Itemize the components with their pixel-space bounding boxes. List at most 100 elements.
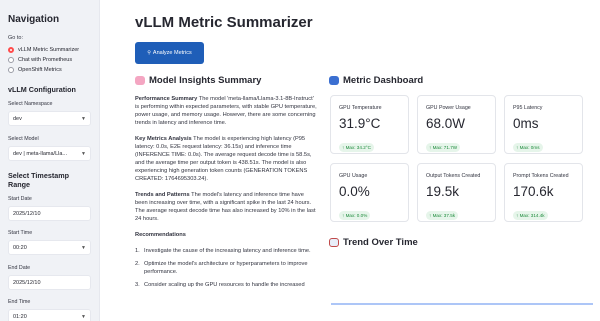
trend-title: Trend Over Time	[343, 237, 418, 248]
metric-card-gpu-usage: GPU Usage 0.0% ↑ Max: 0.0%	[330, 163, 409, 222]
recommendations-heading: Recommendations	[135, 232, 186, 238]
list-text: Consider scaling up the GPU resources to…	[144, 282, 305, 288]
radio-icon[interactable]	[8, 57, 14, 63]
metric-card-gpu-temperature: GPU Temperature 31.9°C ↑ Max: 34.2°C	[330, 95, 409, 154]
search-icon: ⚲	[147, 50, 151, 56]
nav-option-chat[interactable]: Chat with Prometheus	[8, 55, 91, 65]
sidebar: Navigation Go to: vLLM Metric Summarizer…	[0, 0, 100, 321]
metric-value: 0.0%	[339, 184, 370, 199]
chevron-down-icon: ▼	[81, 115, 86, 122]
up-arrow-icon: ↑	[429, 145, 432, 150]
metric-delta-badge: ↑ Max: 34.2°C	[339, 143, 374, 152]
insights-body: Performance Summary The model 'meta-llam…	[135, 95, 318, 294]
analyze-metrics-button[interactable]: ⚲ Analyze Metrics	[135, 42, 204, 64]
metric-delta-text: Max: 314.4k	[519, 213, 545, 218]
metric-delta-badge: ↑ Max: 314.4k	[513, 211, 548, 220]
start-date-label: Start Date	[8, 196, 32, 202]
start-date-value: 2025/12/10	[13, 210, 41, 217]
up-arrow-icon: ↑	[342, 213, 345, 218]
up-arrow-icon: ↑	[342, 145, 345, 150]
metric-delta-badge: ↑ Max: 71.7W	[426, 143, 461, 152]
metric-card-output-tokens: Output Tokens Created 19.5k ↑ Max: 37.5k	[417, 163, 496, 222]
metric-value: 0ms	[513, 116, 539, 131]
chevron-down-icon: ▼	[81, 244, 86, 251]
goto-caption: Go to:	[8, 35, 23, 41]
chevron-down-icon: ▼	[81, 150, 86, 157]
end-time-value: 01:20	[13, 313, 27, 320]
metric-delta-badge: ↑ Max: 37.5k	[426, 211, 459, 220]
nav-option-label: OpenShift Metrics	[18, 67, 62, 73]
radio-icon[interactable]	[8, 67, 14, 73]
insights-title: Model Insights Summary	[149, 75, 262, 86]
bar-chart-icon	[329, 76, 339, 85]
start-date-input[interactable]: 2025/12/10	[8, 206, 91, 221]
metric-delta-text: Max: 71.7W	[432, 145, 458, 150]
nav-option-openshift[interactable]: OpenShift Metrics	[8, 65, 91, 75]
list-text: Optimize the model's architecture or hyp…	[144, 261, 308, 275]
nav-option-summarizer[interactable]: vLLM Metric Summarizer	[8, 45, 91, 55]
list-number: 2.	[135, 261, 140, 267]
up-arrow-icon: ↑	[429, 213, 432, 218]
model-label: Select Model	[8, 136, 39, 142]
metric-delta-text: Max: 0ms	[519, 145, 540, 150]
line-chart-icon	[329, 238, 339, 247]
list-item: 2. Optimize the model's architecture or h…	[135, 260, 318, 276]
start-time-label: Start Time	[8, 230, 33, 236]
nav-option-label: Chat with Prometheus	[18, 57, 73, 63]
key-metrics-paragraph: Key Metrics Analysis The model is experi…	[135, 135, 318, 183]
main-content: vLLM Metric Summarizer ⚲ Analyze Metrics…	[118, 0, 600, 321]
metric-label: P95 Latency	[513, 105, 543, 111]
trends-heading: Trends and Patterns	[135, 192, 190, 198]
metric-card-p95-latency: P95 Latency 0ms ↑ Max: 0ms	[504, 95, 583, 154]
metric-value: 19.5k	[426, 184, 460, 199]
up-arrow-icon: ↑	[516, 145, 519, 150]
dashboard-heading: Metric Dashboard	[329, 75, 423, 86]
metric-value: 31.9°C	[339, 116, 381, 131]
end-time-select[interactable]: 01:20 ▼	[8, 309, 91, 321]
list-item: 1. Investigate the cause of the increasin…	[135, 247, 318, 255]
end-date-input[interactable]: 2025/12/10	[8, 275, 91, 290]
nav-option-label: vLLM Metric Summarizer	[18, 47, 80, 53]
end-date-label: End Date	[8, 265, 31, 271]
metric-label: GPU Temperature	[339, 105, 382, 111]
metric-label: GPU Usage	[339, 173, 368, 179]
key-metrics-heading: Key Metrics Analysis	[135, 136, 192, 142]
trends-paragraph: Trends and Patterns The model's latency …	[135, 191, 318, 223]
metrics-grid: GPU Temperature 31.9°C ↑ Max: 34.2°C GPU…	[330, 95, 593, 222]
metric-delta-text: Max: 37.5k	[432, 213, 456, 218]
list-number: 1.	[135, 248, 140, 254]
radio-selected-icon[interactable]	[8, 47, 14, 53]
performance-paragraph: Performance Summary The model 'meta-llam…	[135, 95, 318, 127]
namespace-label: Select Namespace	[8, 101, 53, 107]
end-time-label: End Time	[8, 299, 31, 305]
metric-delta-badge: ↑ Max: 0.0%	[339, 211, 371, 220]
insights-heading: Model Insights Summary	[135, 75, 261, 86]
metric-label: Output Tokens Created	[426, 173, 481, 179]
start-time-select[interactable]: 00:20 ▼	[8, 240, 91, 255]
metric-delta-badge: ↑ Max: 0ms	[513, 143, 543, 152]
list-item: 3. Consider scaling up the GPU resources …	[135, 281, 318, 289]
sidebar-title: Navigation	[8, 14, 60, 25]
metric-delta-text: Max: 34.2°C	[345, 145, 371, 150]
model-select[interactable]: dev | meta-llama/Lla... ▼	[8, 146, 91, 161]
metric-card-prompt-tokens: Prompt Tokens Created 170.6k ↑ Max: 314.…	[504, 163, 583, 222]
dashboard-title: Metric Dashboard	[343, 75, 424, 86]
performance-heading: Performance Summary	[135, 96, 198, 102]
page-title: vLLM Metric Summarizer	[135, 14, 313, 31]
metric-value: 68.0W	[426, 116, 466, 131]
config-heading: vLLM Configuration	[8, 85, 76, 94]
namespace-select[interactable]: dev ▼	[8, 111, 91, 126]
start-time-value: 00:20	[13, 244, 27, 251]
analyze-button-label: Analyze Metrics	[152, 50, 192, 56]
model-value: dev | meta-llama/Lla...	[13, 150, 68, 157]
chevron-down-icon: ▼	[81, 313, 86, 320]
range-heading: Select Timestamp Range	[8, 171, 69, 189]
recommendations-list: 1. Investigate the cause of the increasin…	[135, 247, 318, 289]
brain-icon	[135, 76, 145, 85]
metric-delta-text: Max: 0.0%	[345, 213, 368, 218]
up-arrow-icon: ↑	[516, 213, 519, 218]
metric-card-gpu-power: GPU Power Usage 68.0W ↑ Max: 71.7W	[417, 95, 496, 154]
trend-chart[interactable]	[331, 258, 593, 318]
list-number: 3.	[135, 282, 140, 288]
metric-label: GPU Power Usage	[426, 105, 471, 111]
